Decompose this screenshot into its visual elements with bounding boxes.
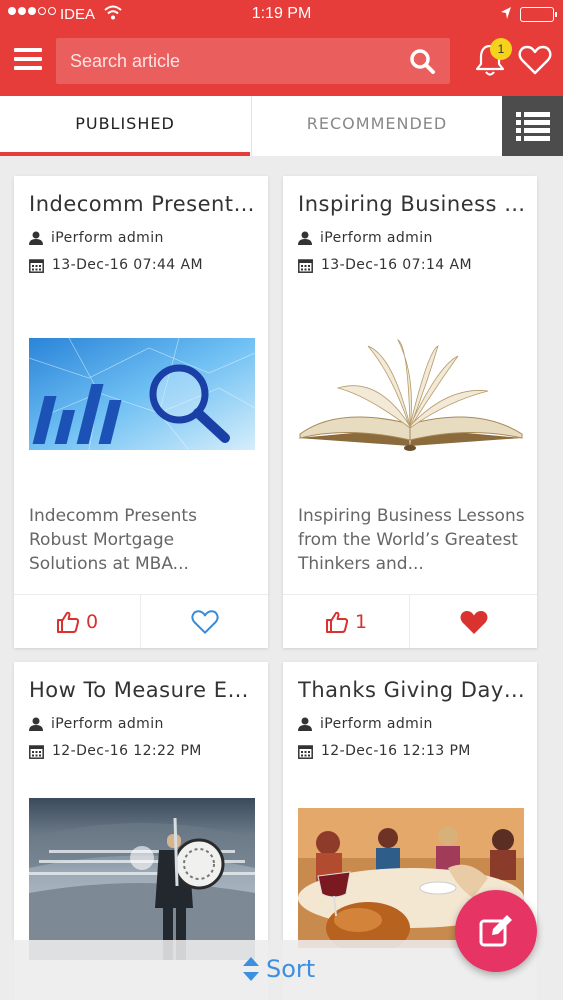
author-name: iPerform admin bbox=[320, 716, 433, 732]
heart-icon[interactable] bbox=[518, 45, 552, 75]
calendar-icon bbox=[298, 258, 313, 273]
heart-outline-icon bbox=[190, 610, 219, 634]
calendar-icon bbox=[298, 744, 313, 759]
like-button[interactable]: 1 bbox=[283, 595, 410, 648]
article-title[interactable]: How To Measure Event Success bbox=[29, 678, 257, 702]
location-arrow-icon bbox=[501, 7, 511, 19]
sort-button[interactable]: Sort bbox=[242, 955, 315, 983]
favorite-button[interactable] bbox=[410, 595, 537, 648]
user-icon bbox=[29, 717, 43, 731]
date-text: 13-Dec-16 07:14 AM bbox=[321, 257, 472, 273]
like-count: 0 bbox=[85, 611, 99, 633]
list-view-icon bbox=[516, 112, 550, 141]
battery-icon bbox=[520, 7, 557, 22]
menu-icon[interactable] bbox=[14, 48, 42, 72]
author-name: iPerform admin bbox=[320, 230, 433, 246]
search-icon[interactable] bbox=[409, 48, 436, 75]
like-button[interactable]: 0 bbox=[14, 595, 141, 648]
article-card[interactable]: Indecomm Presents Robust Mortgage Soluti… bbox=[14, 176, 268, 648]
article-image[interactable] bbox=[29, 338, 255, 450]
calendar-icon bbox=[29, 744, 44, 759]
like-count: 1 bbox=[354, 611, 368, 633]
date-text: 12-Dec-16 12:13 PM bbox=[321, 743, 471, 759]
article-date: 12-Dec-16 12:13 PM bbox=[298, 743, 471, 759]
app-header: IDEA 1:19 PM 1 bbox=[0, 0, 563, 96]
article-author: iPerform admin bbox=[29, 230, 164, 246]
thumbs-up-icon bbox=[325, 611, 349, 633]
author-name: iPerform admin bbox=[51, 230, 164, 246]
status-bar: IDEA 1:19 PM bbox=[0, 0, 563, 30]
article-date: 13-Dec-16 07:44 AM bbox=[29, 257, 203, 273]
tab-published[interactable]: PUBLISHED bbox=[0, 96, 250, 156]
card-actions: 0 bbox=[14, 594, 268, 648]
article-image[interactable] bbox=[29, 798, 255, 960]
heart-filled-icon bbox=[460, 610, 487, 634]
author-name: iPerform admin bbox=[51, 716, 164, 732]
article-title[interactable]: Indecomm Presents Robust Mortgage Soluti… bbox=[29, 192, 257, 216]
article-image[interactable] bbox=[298, 336, 524, 456]
search-bar[interactable] bbox=[56, 38, 450, 84]
list-view-toggle[interactable] bbox=[502, 96, 563, 156]
notification-badge: 1 bbox=[490, 38, 512, 60]
status-time: 1:19 PM bbox=[251, 5, 312, 22]
article-author: iPerform admin bbox=[298, 230, 433, 246]
article-title[interactable]: Thanks Giving Day ... bbox=[298, 678, 526, 702]
article-excerpt: Indecomm Presents Robust Mortgage Soluti… bbox=[29, 506, 197, 574]
article-author: iPerform admin bbox=[298, 716, 433, 732]
sort-label: Sort bbox=[266, 955, 316, 983]
user-icon bbox=[298, 231, 312, 245]
compose-article-button[interactable] bbox=[455, 890, 537, 972]
tab-recommended[interactable]: RECOMMENDED bbox=[251, 96, 502, 156]
date-text: 13-Dec-16 07:44 AM bbox=[52, 257, 203, 273]
article-date: 12-Dec-16 12:22 PM bbox=[29, 743, 202, 759]
card-actions: 1 bbox=[283, 594, 537, 648]
article-author: iPerform admin bbox=[29, 716, 164, 732]
article-date: 13-Dec-16 07:14 AM bbox=[298, 257, 472, 273]
calendar-icon bbox=[29, 258, 44, 273]
article-card[interactable]: Inspiring Business Lessons from the Worl… bbox=[283, 176, 537, 648]
compose-icon bbox=[479, 915, 512, 947]
sort-icon bbox=[243, 957, 259, 981]
date-text: 12-Dec-16 12:22 PM bbox=[52, 743, 202, 759]
article-title[interactable]: Inspiring Business Lessons from the Worl… bbox=[298, 192, 526, 216]
user-icon bbox=[298, 717, 312, 731]
search-input[interactable] bbox=[56, 38, 396, 84]
thumbs-up-icon bbox=[56, 611, 80, 633]
favorite-button[interactable] bbox=[141, 595, 268, 648]
user-icon bbox=[29, 231, 43, 245]
article-excerpt: Inspiring Business Lessons from the Worl… bbox=[298, 506, 525, 574]
tab-bar: PUBLISHED RECOMMENDED bbox=[0, 96, 563, 156]
